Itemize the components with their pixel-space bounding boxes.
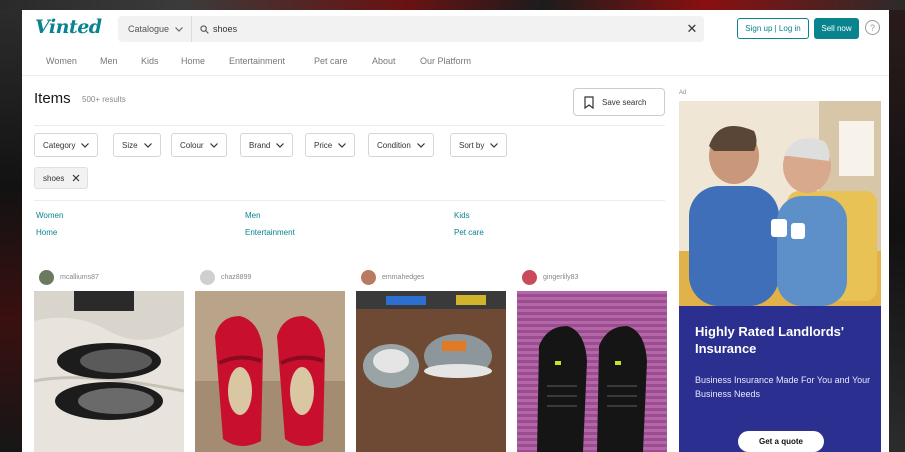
get-a-quote-button[interactable]: Get a quote [738, 431, 824, 452]
help-icon[interactable]: ? [865, 20, 880, 35]
vinted-logo[interactable]: Vinted [35, 16, 102, 38]
filter-price[interactable]: Price [305, 133, 356, 157]
signup-login-button[interactable]: Sign up | Log in [737, 18, 809, 39]
catalogue-label: Catalogue [128, 24, 170, 34]
header: Vinted Catalogue ✕ Sign up | Log in Sell… [22, 10, 889, 46]
seller-info[interactable]: mcalliums87 [39, 270, 99, 285]
chevron-down-icon [416, 142, 425, 148]
chevron-down-icon [490, 142, 499, 148]
background-left [0, 10, 22, 452]
sell-now-button[interactable]: Sell now [814, 18, 859, 39]
category-nav: Women Men Kids Home Entertainment Pet ca… [22, 46, 889, 76]
avatar [361, 270, 376, 285]
nav-item-about[interactable]: About [372, 56, 396, 66]
filter-label: Price [314, 140, 333, 150]
nav-item-pet-care[interactable]: Pet care [314, 56, 348, 66]
divider [34, 125, 665, 126]
results-count: 500+ results [82, 95, 126, 104]
filter-label: Sort by [459, 140, 485, 150]
chevron-down-icon [143, 142, 152, 148]
active-filter-chip: shoes [34, 167, 88, 189]
background-right [889, 10, 905, 452]
nav-item-entertainment[interactable]: Entertainment [229, 56, 285, 66]
seller-username: mcalliums87 [60, 274, 99, 281]
chevron-down-icon [276, 142, 285, 148]
chevron-down-icon [175, 26, 183, 32]
category-link-entertainment[interactable]: Entertainment [245, 228, 295, 237]
product-photo-black-sparkle-shoes[interactable] [34, 291, 184, 452]
nav-item-kids[interactable]: Kids [141, 56, 159, 66]
nav-item-women[interactable]: Women [46, 56, 77, 66]
close-icon[interactable] [72, 174, 80, 182]
filter-category[interactable]: Category [34, 133, 99, 157]
ad-photo [679, 101, 881, 306]
category-link-kids[interactable]: Kids [454, 211, 470, 220]
ad-body-text: Business Insurance Made For You and Your… [695, 375, 871, 399]
filter-label: Brand [249, 140, 271, 150]
product-photo-baby-trainers[interactable] [356, 291, 506, 452]
search-bar: Catalogue ✕ [118, 16, 704, 42]
search-icon [200, 24, 209, 34]
category-link-women[interactable]: Women [36, 211, 63, 220]
filter-label: Condition [377, 140, 411, 150]
category-link-home[interactable]: Home [36, 228, 57, 237]
background-strip [0, 0, 905, 10]
ad-label: Ad [679, 90, 687, 96]
filter-condition[interactable]: Condition [368, 133, 434, 157]
ad-headline: Highly Rated Landlords' Insurance [695, 324, 844, 356]
save-search-label: Save search [602, 97, 647, 107]
product-photo-red-shoes[interactable] [195, 291, 345, 452]
nav-item-home[interactable]: Home [181, 56, 205, 66]
advertisement[interactable]: Highly Rated Landlords' Insurance Busine… [679, 101, 881, 452]
avatar [522, 270, 537, 285]
chevron-down-icon [81, 142, 90, 148]
search-input[interactable] [209, 24, 680, 34]
avatar [200, 270, 215, 285]
chevron-down-icon [209, 142, 218, 148]
page-title: Items [34, 90, 71, 107]
nav-item-men[interactable]: Men [100, 56, 118, 66]
seller-info[interactable]: gingerlily83 [522, 270, 578, 285]
category-link-pet-care[interactable]: Pet care [454, 228, 484, 237]
chip-label: shoes [43, 173, 65, 183]
filter-brand[interactable]: Brand [240, 133, 294, 157]
filter-label: Size [122, 140, 138, 150]
avatar [39, 270, 54, 285]
seller-username: gingerlily83 [543, 274, 579, 281]
divider [34, 200, 665, 201]
nav-item-our-platform[interactable]: Our Platform [420, 56, 471, 66]
catalogue-dropdown[interactable]: Catalogue [118, 16, 193, 42]
clear-search-button[interactable]: ✕ [680, 17, 704, 41]
chevron-down-icon [338, 142, 347, 148]
filter-size[interactable]: Size [113, 133, 161, 157]
bookmark-icon [584, 95, 594, 109]
save-search-button[interactable]: Save search [573, 88, 665, 116]
filter-label: Colour [180, 140, 204, 150]
seller-info[interactable]: chaz8899 [200, 270, 251, 285]
filter-label: Category [43, 140, 76, 150]
category-link-men[interactable]: Men [245, 211, 261, 220]
product-photo-black-trainers[interactable] [517, 291, 667, 452]
seller-username: emmahedges [382, 274, 425, 281]
vinted-page: Vinted Catalogue ✕ Sign up | Log in Sell… [22, 10, 889, 452]
seller-username: chaz8899 [221, 274, 252, 281]
filter-sort-by[interactable]: Sort by [450, 133, 508, 157]
filter-colour[interactable]: Colour [171, 133, 227, 157]
seller-info[interactable]: emmahedges [361, 270, 424, 285]
